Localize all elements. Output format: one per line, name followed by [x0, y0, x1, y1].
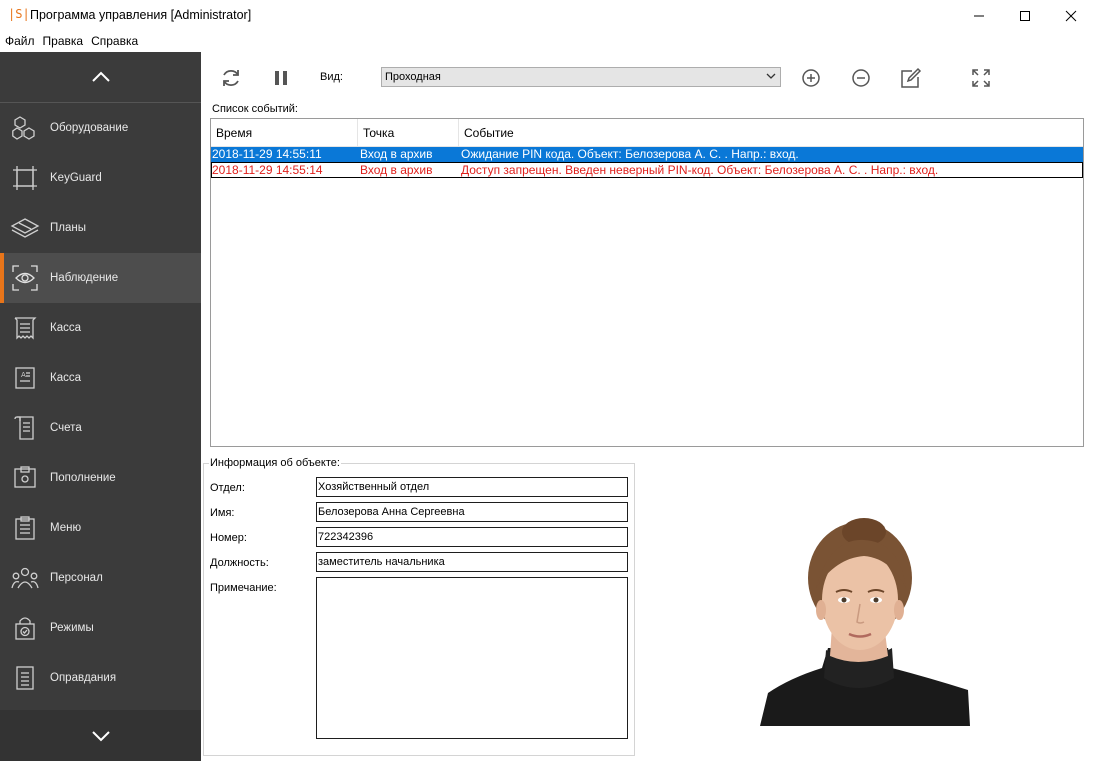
fullscreen-button[interactable]: [968, 65, 994, 91]
sidebar-item-monitoring[interactable]: Наблюдение: [0, 253, 201, 303]
title-bar: |S| Программа управления [Administrator]: [0, 0, 1094, 31]
sidebar-item-staff[interactable]: Персонал: [0, 553, 201, 603]
column-header-point[interactable]: Точка: [358, 119, 459, 147]
maximize-button[interactable]: [1002, 0, 1048, 31]
sidebar-item-label: Персонал: [50, 572, 103, 584]
topup-icon: [14, 466, 36, 488]
view-select[interactable]: Проходная: [381, 67, 781, 87]
close-button[interactable]: [1048, 0, 1094, 31]
sidebar-item-equipment[interactable]: Оборудование: [0, 103, 201, 153]
receipt-icon: [14, 317, 37, 340]
row-point: Вход в архив: [360, 163, 433, 177]
table-row[interactable]: 2018-11-29 14:55:11 Вход в архив Ожидани…: [211, 147, 1083, 163]
menu-bar: Файл Правка Справка: [0, 31, 1094, 51]
pause-icon: [275, 71, 287, 85]
events-table[interactable]: Время Точка Событие 2018-11-29 14:55:11 …: [210, 118, 1084, 447]
sidebar-item-cashbox[interactable]: Касса: [0, 303, 201, 353]
menu-file[interactable]: Файл: [5, 34, 35, 48]
minimize-icon: [974, 15, 984, 16]
position-field[interactable]: заместитель начальника: [316, 552, 628, 572]
sidebar-item-modes[interactable]: Режимы: [0, 603, 201, 653]
sidebar-item-cashbox-2[interactable]: A Касса: [0, 353, 201, 403]
row-time: 2018-11-29 14:55:11: [212, 147, 322, 161]
sidebar-item-label: KeyGuard: [50, 172, 102, 184]
sidebar-scroll-down-button[interactable]: [0, 710, 201, 761]
position-label: Должность:: [210, 557, 269, 569]
sidebar-item-excuses[interactable]: Оправдания: [0, 653, 201, 703]
minimize-button[interactable]: [956, 0, 1002, 31]
sidebar-scroll-up-button[interactable]: [0, 52, 201, 102]
refresh-icon: [223, 69, 239, 87]
name-field[interactable]: Белозерова Анна Сергеевна: [316, 502, 628, 522]
note-label: Примечание:: [210, 582, 277, 594]
fullscreen-icon: [972, 69, 990, 87]
sidebar-item-label: Пополнение: [50, 472, 116, 484]
menu-clipboard-icon: [15, 516, 35, 540]
person-photo: [760, 518, 970, 726]
menu-edit[interactable]: Правка: [43, 34, 84, 48]
menu-help[interactable]: Справка: [91, 34, 138, 48]
bill-icon: [14, 416, 34, 440]
column-header-event[interactable]: Событие: [459, 119, 1083, 147]
row-point: Вход в архив: [360, 147, 433, 161]
sidebar-item-label: Касса: [50, 372, 81, 384]
table-row[interactable]: 2018-11-29 14:55:14 Вход в архив Доступ …: [211, 162, 1083, 178]
keyguard-icon: [13, 166, 37, 190]
name-label: Имя:: [210, 507, 235, 519]
department-field[interactable]: Хозяйственный отдел: [316, 477, 628, 497]
chevron-up-icon: [91, 71, 110, 82]
sidebar: Оборудование KeyGuard Планы Наблюдение К…: [0, 52, 201, 761]
note-field[interactable]: [316, 577, 628, 739]
maximize-icon: [1020, 10, 1030, 21]
chevron-down-icon: [766, 73, 776, 79]
edit-icon: [901, 67, 922, 88]
chevron-down-icon: [91, 730, 110, 741]
view-label: Вид:: [320, 71, 343, 83]
people-icon: [11, 567, 39, 589]
equipment-icon: [12, 116, 35, 140]
sidebar-item-label: Планы: [50, 222, 86, 234]
number-field[interactable]: 722342396: [316, 527, 628, 547]
document-icon: [16, 666, 34, 690]
view-select-value: Проходная: [385, 71, 441, 83]
sidebar-item-label: Оборудование: [50, 122, 129, 134]
eye-icon: [12, 265, 38, 291]
register-icon: A: [15, 367, 35, 389]
sidebar-item-label: Счета: [50, 422, 82, 434]
sidebar-item-plans[interactable]: Планы: [0, 203, 201, 253]
sidebar-item-label: Касса: [50, 322, 81, 334]
zoom-in-icon: [802, 69, 820, 87]
window-title: Программа управления [Administrator]: [30, 8, 252, 22]
sidebar-item-label: Режимы: [50, 622, 94, 634]
edit-button[interactable]: [898, 65, 924, 91]
department-label: Отдел:: [210, 482, 245, 494]
lock-icon: [15, 617, 35, 640]
sidebar-item-menu[interactable]: Меню: [0, 503, 201, 553]
refresh-button[interactable]: [218, 65, 244, 91]
sidebar-item-label: Меню: [50, 522, 82, 534]
object-info-title: Информация об объекте:: [209, 457, 341, 469]
number-label: Номер:: [210, 532, 247, 544]
sidebar-item-label: Наблюдение: [50, 272, 119, 284]
zoom-in-button[interactable]: [798, 65, 824, 91]
column-header-time[interactable]: Время: [211, 119, 358, 147]
svg-text:A: A: [21, 371, 26, 379]
sidebar-item-bills[interactable]: Счета: [0, 403, 201, 453]
sidebar-item-topup[interactable]: Пополнение: [0, 453, 201, 503]
toolbar: Вид: Проходная: [201, 52, 1094, 102]
pause-button[interactable]: [268, 65, 294, 91]
app-icon: |S|: [8, 7, 30, 21]
sidebar-item-label: Оправдания: [50, 672, 117, 684]
sidebar-item-keyguard[interactable]: KeyGuard: [0, 153, 201, 203]
zoom-out-button[interactable]: [848, 65, 874, 91]
plans-icon: [10, 218, 40, 238]
row-event: Доступ запрещен. Введен неверный PIN-код…: [461, 163, 939, 177]
events-header: Время Точка Событие: [211, 119, 1083, 147]
close-icon: [1065, 10, 1077, 21]
zoom-out-icon: [852, 69, 870, 87]
events-title: Список событий:: [212, 103, 298, 115]
row-time: 2018-11-29 14:55:14: [212, 163, 323, 177]
row-event: Ожидание PIN кода. Объект: Белозерова А.…: [461, 147, 799, 161]
